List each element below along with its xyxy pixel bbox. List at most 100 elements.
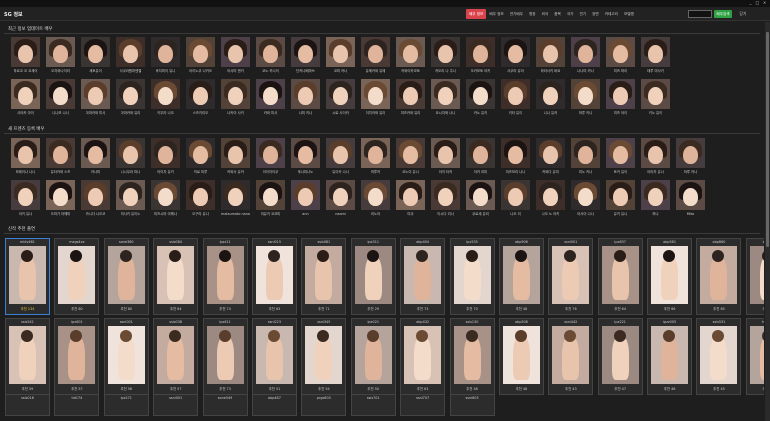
vertical-scrollbar[interactable]: [765, 22, 770, 421]
actor-card[interactable]: 나오 리: [498, 180, 533, 217]
cover-card[interactable]: ssni015 추천 63: [251, 238, 297, 315]
actor-card[interactable]: 키노 유이: [638, 79, 673, 116]
actor-card[interactable]: 키타 유이: [498, 79, 533, 116]
nav-tab-3[interactable]: 명장: [526, 9, 539, 19]
cover-card[interactable]: ssis701: [350, 394, 396, 416]
actor-card[interactable]: naomi: [323, 180, 358, 217]
actor-card[interactable]: 단카나베마쓰: [288, 37, 323, 74]
cover-card[interactable]: mxgs4xx 추천 80: [54, 238, 100, 315]
actor-card[interactable]: 나미 키나: [288, 79, 323, 116]
cover-card[interactable]: ipx311 추천 29: [350, 238, 396, 315]
actor-card[interactable]: 아사이 나나: [568, 180, 603, 217]
actor-card[interactable]: 아리카 유나: [638, 138, 673, 175]
actor-card[interactable]: 카오리 나 주니: [428, 37, 463, 74]
actor-card[interactable]: 이시다 리나: [428, 180, 463, 217]
actor-card[interactable]: 후나미나노: [288, 138, 323, 175]
cover-card[interactable]: midv461 추천 134: [5, 238, 50, 315]
actor-card[interactable]: Miko: [673, 180, 708, 217]
cover-card[interactable]: ssni001 추천 76: [548, 238, 594, 315]
cover-card[interactable]: ssni001: [153, 394, 199, 416]
actor-card[interactable]: 하레이나 나나: [8, 138, 43, 175]
actor-card[interactable]: 하루 카나: [673, 138, 708, 175]
search-button[interactable]: 배우검색: [714, 10, 732, 18]
actor-card[interactable]: 유이카 나나: [323, 138, 358, 175]
search-input[interactable]: [688, 10, 712, 18]
cover-card[interactable]: ssni603: [449, 394, 495, 416]
cover-card[interactable]: ipz271: [103, 394, 149, 416]
actor-card[interactable]: 아이노쿠 나카오: [183, 37, 218, 74]
actor-card[interactable]: 카시다 나오코: [78, 180, 113, 217]
cover-card[interactable]: ssni345 추천 54: [301, 318, 347, 395]
actor-card[interactable]: 미즈 아이: [603, 79, 638, 116]
actor-card[interactable]: 나카이 사키: [218, 79, 253, 116]
cover-card[interactable]: ssni442 추천 43: [548, 318, 594, 395]
cover-card[interactable]: ssni707: [400, 394, 446, 416]
nav-tab-0[interactable]: 배우 정보: [466, 9, 487, 19]
actor-card[interactable]: 미즈시마 아헤나: [148, 180, 183, 217]
actor-card[interactable]: 사쿠라 유아: [498, 37, 533, 74]
actor-card[interactable]: ann: [288, 180, 323, 217]
actor-card[interactable]: 나나미 카나: [568, 37, 603, 74]
cover-card[interactable]: ssis541 추천 59: [5, 318, 50, 395]
cover-card[interactable]: ipzz005 추천 46: [647, 318, 693, 395]
actor-card[interactable]: 키무라 나오: [148, 79, 183, 116]
actor-card[interactable]: 카와이카코토: [393, 37, 428, 74]
nav-tab-10[interactable]: 모델명: [621, 9, 637, 19]
cover-card[interactable]: sone549: [202, 394, 248, 416]
actor-card[interactable]: 오카모토 아키: [463, 37, 498, 74]
actor-card[interactable]: 오자와나이라: [43, 37, 78, 74]
actor-card[interactable]: 아마카와 유리: [113, 79, 148, 116]
cover-card[interactable]: ssis130 추천 48: [449, 318, 495, 395]
actor-card[interactable]: 하르코 코 코세이: [8, 37, 43, 74]
actor-card[interactable]: 니시무라 마나: [113, 138, 148, 175]
actor-card[interactable]: 이치카와 유이: [358, 79, 393, 116]
actor-card[interactable]: 미즈카와 유리: [393, 79, 428, 116]
maximize-icon[interactable]: □: [755, 1, 760, 5]
actor-card[interactable]: 오마가 아헤미: [43, 180, 78, 217]
actor-card[interactable]: 사야카 아이: [8, 79, 43, 116]
actor-card[interactable]: 니나모 나나: [43, 79, 78, 116]
actor-card[interactable]: 세토유이: [78, 37, 113, 74]
actor-card[interactable]: 아이자 유키: [148, 138, 183, 175]
cover-card[interactable]: abp404 추천 73: [400, 238, 446, 315]
cover-card[interactable]: ssis084 추천 64: [153, 238, 199, 315]
cover-card[interactable]: ipx933 추천 61: [745, 238, 764, 315]
actor-card[interactable]: 카와다 유미: [533, 138, 568, 175]
actor-card[interactable]: 리노아: [358, 180, 393, 217]
cover-card[interactable]: ipx611 추천 73: [202, 318, 248, 395]
cover-card[interactable]: abp860 추천 65: [696, 238, 742, 315]
actor-card[interactable]: 하나: [638, 180, 673, 217]
cover-card[interactable]: sone380 추천 80: [103, 238, 149, 315]
actor-card[interactable]: 히로 미루: [183, 138, 218, 175]
actor-card[interactable]: 코미 카나: [323, 37, 358, 74]
cover-card[interactable]: ipzz11 추천 74: [202, 238, 248, 315]
actor-card[interactable]: 아사미 엔키: [218, 37, 253, 74]
actor-card[interactable]: 하루카: [358, 138, 393, 175]
actor-card[interactable]: 오구라 유나: [183, 180, 218, 217]
actor-card[interactable]: 미사키 유이노: [113, 180, 148, 217]
actor-card[interactable]: 미노 키나: [568, 138, 603, 175]
actor-card[interactable]: 스즈키리오: [183, 79, 218, 116]
scroll-thumb[interactable]: [766, 32, 769, 247]
actor-card[interactable]: 아이 타카: [428, 138, 463, 175]
actor-card[interactable]: 유타카와 스즈: [43, 138, 78, 175]
actor-card[interactable]: 사쿠라원마엔젤: [113, 37, 148, 74]
actor-card[interactable]: 쿠로세 유리: [463, 180, 498, 217]
cover-card[interactable]: ssis531 추천 45: [696, 318, 742, 395]
actor-card[interactable]: 유키 유나: [603, 180, 638, 217]
cover-card[interactable]: ipx021 추천 50: [350, 318, 396, 395]
cover-card[interactable]: abp906 추천 48: [498, 238, 544, 315]
actor-card[interactable]: 카나미: [78, 138, 113, 175]
close-window-icon[interactable]: ×: [762, 1, 767, 5]
actor-card[interactable]: 아마카와 미사: [78, 79, 113, 116]
actor-card[interactable]: 토키 유이: [603, 138, 638, 175]
actor-card[interactable]: 카와 미사: [253, 79, 288, 116]
actor-card[interactable]: 미즈모리 나나: [498, 138, 533, 175]
cover-card[interactable]: hpp104 추천 44: [745, 318, 764, 395]
cover-card[interactable]: prgz603: [301, 394, 347, 416]
actor-card[interactable]: matsumoto nana: [218, 180, 253, 217]
actor-card[interactable]: 니나 유카: [533, 79, 568, 116]
cover-card[interactable]: ssni001 추천 56: [103, 318, 149, 395]
nav-tab-1[interactable]: 배우 정보: [486, 9, 506, 19]
actor-card[interactable]: 나오 노 아키: [533, 180, 568, 217]
